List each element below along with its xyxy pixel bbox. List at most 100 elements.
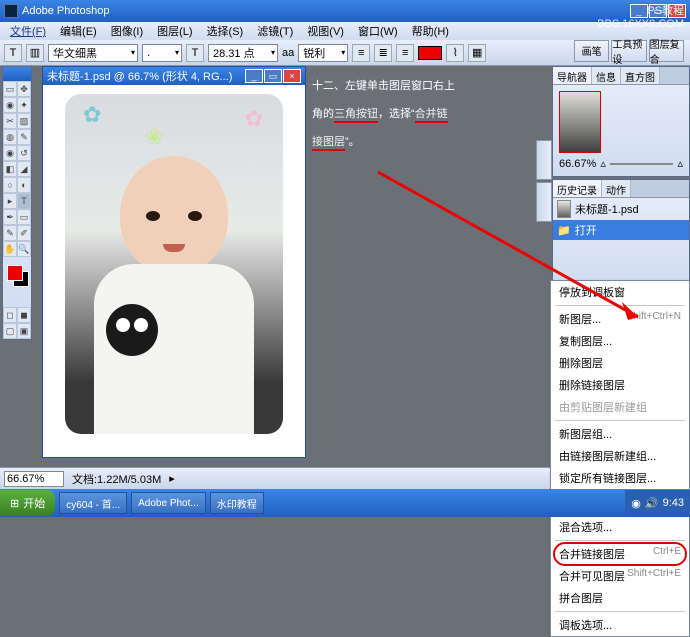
context-menu-item[interactable]: 合并链接图层Ctrl+E [551,543,689,565]
move-tool[interactable]: ✥ [17,81,31,97]
font-style-select[interactable]: . [142,44,182,62]
slice-tool[interactable]: ▨ [17,113,31,129]
blur-tool[interactable]: ○ [3,177,17,193]
foreground-color[interactable] [7,265,23,281]
align-right-icon[interactable]: ≡ [396,44,414,62]
context-menu-item[interactable]: 新图层...Shift+Ctrl+N [551,308,689,330]
text-color-swatch[interactable] [418,46,442,60]
quickmask-off[interactable]: ◻ [3,307,17,323]
align-left-icon[interactable]: ≡ [352,44,370,62]
menu-view[interactable]: 视图(V) [301,21,350,41]
history-step-open[interactable]: 📁 打开 [553,220,689,240]
notes-tool[interactable]: ✎ [3,225,17,241]
taskbar-item[interactable]: Adobe Phot... [131,492,206,514]
history-brush-tool[interactable]: ↺ [17,145,31,161]
panda-graphic [106,304,158,356]
context-menu-item[interactable]: 删除链接图层 [551,374,689,396]
start-button[interactable]: ⊞ 开始 [0,490,55,516]
tab-actions[interactable]: 动作 [602,180,631,197]
history-panel: 历史记录 动作 未标题-1.psd 📁 打开 [552,179,690,291]
shape-tool[interactable]: ▭ [17,209,31,225]
document-titlebar[interactable]: 未标题-1.psd @ 66.7% (形状 4, RG...) _ ▭ × [43,67,305,85]
context-menu-item[interactable]: 由链接图层新建组... [551,445,689,467]
eraser-tool[interactable]: ◧ [3,161,17,177]
wand-tool[interactable]: ✦ [17,97,31,113]
eyedropper-tool[interactable]: ✐ [17,225,31,241]
menu-image[interactable]: 图像(I) [105,21,149,41]
menu-layer[interactable]: 图层(L) [151,21,198,41]
tab-info[interactable]: 信息 [592,67,621,84]
context-menu-item[interactable]: 停放到调板窗 [551,281,689,303]
heal-tool[interactable]: ◍ [3,129,17,145]
menu-edit[interactable]: 编辑(E) [54,21,103,41]
zoom-out-icon[interactable]: ▵ [600,157,606,170]
windows-logo-icon: ⊞ [10,497,19,510]
context-menu-item[interactable]: 删除图层 [551,352,689,374]
pen-tool[interactable]: ✒ [3,209,17,225]
taskbar-item[interactable]: cy604 - 首... [59,492,127,514]
history-snapshot[interactable]: 未标题-1.psd [553,198,689,220]
context-menu-item[interactable]: 调板选项... [551,614,689,636]
tab-history[interactable]: 历史记录 [553,180,602,197]
title-bar: Adobe Photoshop _ ▭ × [0,0,690,22]
font-size-select[interactable]: 28.31 点 [208,44,278,62]
context-menu-item[interactable]: 锁定所有链接图层... [551,467,689,489]
menu-filter[interactable]: 滤镜(T) [251,21,299,41]
crop-tool[interactable]: ✂ [3,113,17,129]
menu-select[interactable]: 选择(S) [201,21,250,41]
context-menu-item[interactable]: 新图层组... [551,423,689,445]
brushes-button[interactable]: 画笔 [574,40,609,62]
status-zoom-field[interactable]: 66.67% [4,471,64,487]
font-family-select[interactable]: 华文细黑 [48,44,138,62]
system-tray[interactable]: ◉ 🔊 9:43 [625,490,690,516]
tab-navigator[interactable]: 导航器 [553,67,592,84]
screen-mode-1[interactable]: ▢ [3,323,17,339]
menu-file[interactable]: 文件(F) [4,21,52,41]
stamp-tool[interactable]: ◉ [3,145,17,161]
flower-decoration-icon: ✿ [83,102,101,128]
nav-zoom-slider[interactable] [610,163,674,165]
preset-icon[interactable]: ▥ [26,44,44,62]
marquee-tool[interactable]: ▭ [3,81,17,97]
context-menu-item: 由剪贴图层新建组 [551,396,689,418]
context-menu-item[interactable]: 混合选项... [551,516,689,538]
context-menu-item[interactable]: 拼合图层 [551,587,689,609]
context-menu-item[interactable]: 合并可见图层Shift+Ctrl+E [551,565,689,587]
doc-close[interactable]: × [283,69,301,83]
layer-comps-button[interactable]: 图层复合 [649,40,684,62]
screen-mode-2[interactable]: ▣ [17,323,31,339]
context-menu-item[interactable]: 复制图层... [551,330,689,352]
brush-tool[interactable]: ✎ [17,129,31,145]
taskbar-item[interactable]: 水印教程 [210,492,264,514]
tray-icon[interactable]: ◉ [631,497,641,510]
panel-dock-tabs [536,140,552,224]
doc-maximize[interactable]: ▭ [264,69,282,83]
zoom-in-icon[interactable]: ▵ [677,157,683,170]
character-panel-icon[interactable]: ▦ [468,44,486,62]
zoom-tool[interactable]: 🔍 [17,241,31,257]
text-tool[interactable]: T [17,193,31,209]
annotation-text: 十二、左键单击图层窗口右上 角的三角按钮，选择“合并链 接图层”。 [312,72,542,156]
tool-presets-button[interactable]: 工具预设 [611,40,646,62]
warp-text-icon[interactable]: ⌇ [446,44,464,62]
menu-window[interactable]: 窗口(W) [352,21,404,41]
hand-tool[interactable]: ✋ [3,241,17,257]
dodge-tool[interactable]: ◐ [17,177,31,193]
quickmask-on[interactable]: ◼ [17,307,31,323]
lasso-tool[interactable]: ◉ [3,97,17,113]
side-tab-1[interactable] [536,140,552,180]
side-tab-2[interactable] [536,182,552,222]
windows-taskbar: ⊞ 开始 cy604 - 首... Adobe Phot... 水印教程 ◉ 🔊… [0,489,690,517]
align-center-icon[interactable]: ≣ [374,44,392,62]
doc-minimize[interactable]: _ [245,69,263,83]
antialias-select[interactable]: 锐利 [298,44,348,62]
menu-help[interactable]: 帮助(H) [406,21,455,41]
navigator-thumbnail[interactable] [559,91,601,153]
status-menu-icon[interactable]: ▸ [169,472,175,485]
gradient-tool[interactable]: ◢ [17,161,31,177]
path-tool[interactable]: ▸ [3,193,17,209]
tab-histogram[interactable]: 直方图 [621,67,660,84]
toolbox-titlebar[interactable] [3,67,31,81]
tray-icon[interactable]: 🔊 [645,497,659,510]
canvas[interactable]: ✿ ❀ ✿ [57,85,291,443]
